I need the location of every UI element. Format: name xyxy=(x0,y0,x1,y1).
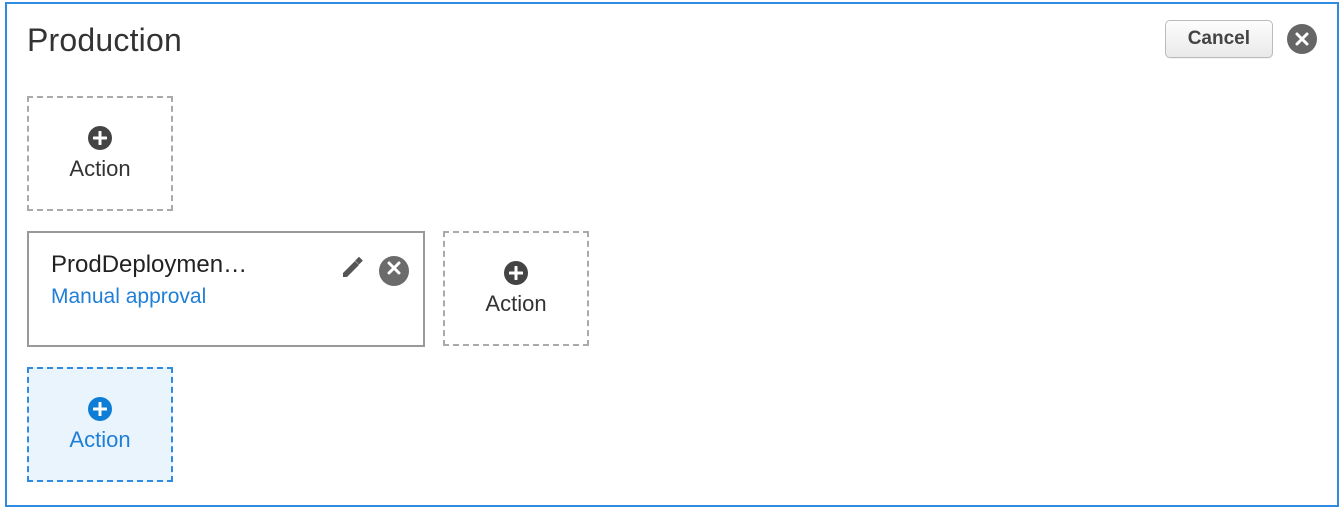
close-icon xyxy=(387,261,401,280)
action-row-3: Action xyxy=(27,367,1317,482)
add-action-label: Action xyxy=(69,156,130,182)
add-action-row2[interactable]: Action xyxy=(443,231,589,346)
add-action-row3[interactable]: Action xyxy=(27,367,173,482)
add-action-label: Action xyxy=(485,291,546,317)
add-action-label: Action xyxy=(69,427,130,453)
header-controls: Cancel xyxy=(1165,20,1317,58)
stage-panel: Production Cancel Action ProdDeploymen… … xyxy=(5,2,1339,507)
action-subtype-link[interactable]: Manual approval xyxy=(51,285,401,309)
pencil-icon xyxy=(339,268,365,285)
stage-title: Production xyxy=(27,22,1317,59)
delete-action-button[interactable] xyxy=(379,256,409,286)
stage-header: Production Cancel xyxy=(27,22,1317,82)
close-icon xyxy=(1295,32,1309,46)
plus-icon xyxy=(88,126,112,150)
close-stage-button[interactable] xyxy=(1287,24,1317,54)
action-row-1: Action xyxy=(27,96,1317,211)
action-row-2: ProdDeploymen… Manual approval xyxy=(27,231,1317,347)
plus-icon xyxy=(504,261,528,285)
edit-action-button[interactable] xyxy=(339,255,365,286)
cancel-button[interactable]: Cancel xyxy=(1165,20,1273,58)
add-action-row1[interactable]: Action xyxy=(27,96,173,211)
plus-icon xyxy=(88,397,112,421)
action-name: ProdDeploymen… xyxy=(51,251,301,279)
action-card-icons xyxy=(339,255,409,286)
action-card[interactable]: ProdDeploymen… Manual approval xyxy=(27,231,425,347)
